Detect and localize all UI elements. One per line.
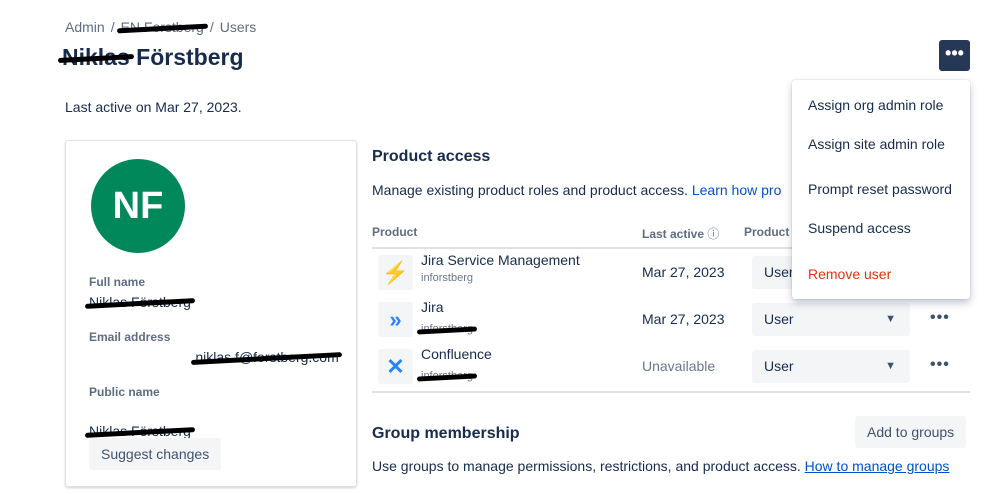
col-last-active: Last active ⓘ <box>642 225 719 242</box>
product-name: Confluence <box>421 346 492 362</box>
menu-prompt-reset-password[interactable]: Prompt reset password <box>808 181 952 197</box>
last-active: Unavailable <box>642 358 716 374</box>
row-more-button[interactable]: ••• <box>930 356 950 374</box>
last-active-text: Last active on Mar 27, 2023. <box>65 99 242 115</box>
breadcrumb-users[interactable]: Users <box>220 19 257 35</box>
product-access-description: Manage existing product roles and produc… <box>372 182 688 198</box>
product-name: Jira Service Management <box>421 252 580 268</box>
col-product-role: Product <box>744 225 790 239</box>
menu-assign-org-admin[interactable]: Assign org admin role <box>808 97 943 113</box>
menu-remove-user[interactable]: Remove user <box>808 266 891 282</box>
confluence-icon: ✕ <box>378 349 413 384</box>
col-product: Product <box>372 225 418 239</box>
page-title: Niklas Förstberg <box>62 44 244 71</box>
chevron-down-icon: ▼ <box>885 360 896 372</box>
col-last-active-label: Last active <box>642 227 705 241</box>
breadcrumb-org[interactable]: EN Forstberg <box>121 19 204 35</box>
table-footer-divider <box>372 391 970 393</box>
actions-menu: Assign org admin role Assign site admin … <box>792 80 970 299</box>
breadcrumb: Admin / EN Forstberg / Users <box>65 19 262 35</box>
info-icon[interactable]: ⓘ <box>707 227 719 241</box>
last-active: Mar 27, 2023 <box>642 264 725 280</box>
role-select[interactable]: User ▼ <box>752 303 910 336</box>
role-value: User <box>764 264 794 280</box>
table-row: ✕ Confluence inforstberg Unavailable Use… <box>372 344 970 391</box>
email-value: niklas.f@forstberg.com <box>195 349 339 365</box>
separator: / <box>209 19 214 35</box>
separator: / <box>110 19 115 35</box>
row-more-button[interactable]: ••• <box>930 309 950 327</box>
more-actions-button[interactable]: ••• <box>939 40 970 71</box>
group-membership-title: Group membership <box>372 425 520 442</box>
breadcrumb-admin[interactable]: Admin <box>65 19 105 35</box>
product-access-title: Product access <box>372 148 491 165</box>
role-value: User <box>764 358 794 374</box>
last-active: Mar 27, 2023 <box>642 311 725 327</box>
product-site: inforstberg <box>421 370 473 382</box>
learn-how-link[interactable]: Learn how pro <box>692 182 782 198</box>
full-name-label: Full name <box>89 275 146 289</box>
public-name-value: Niklas Förstberg <box>89 423 191 439</box>
full-name-value: Niklas Förstberg <box>89 294 191 310</box>
product-name: Jira <box>421 299 444 315</box>
menu-assign-site-admin[interactable]: Assign site admin role <box>808 136 945 152</box>
email-label: Email address <box>89 330 171 344</box>
suggest-changes-button[interactable]: Suggest changes <box>89 438 222 470</box>
avatar: NF <box>91 159 185 253</box>
product-site: inforstberg <box>421 323 473 335</box>
public-name-label: Public name <box>89 385 160 399</box>
title-first-name: Niklas <box>62 44 130 70</box>
title-last-name: Förstberg <box>136 44 244 70</box>
menu-suspend-access[interactable]: Suspend access <box>808 220 911 236</box>
add-to-groups-button[interactable]: Add to groups <box>855 416 967 448</box>
product-site: inforstberg <box>421 272 473 284</box>
jira-service-management-icon: ⚡ <box>378 255 413 290</box>
profile-card: NF Full name Niklas Förstberg Email addr… <box>65 140 357 487</box>
chevron-down-icon: ▼ <box>885 313 896 325</box>
group-description: Use groups to manage permissions, restri… <box>372 458 801 474</box>
role-select[interactable]: User ▼ <box>752 350 910 383</box>
table-row: » Jira inforstberg Mar 27, 2023 User ▼ ••… <box>372 297 970 344</box>
jira-icon: » <box>378 302 413 337</box>
how-to-manage-groups-link[interactable]: How to manage groups <box>805 458 950 474</box>
role-value: User <box>764 311 794 327</box>
